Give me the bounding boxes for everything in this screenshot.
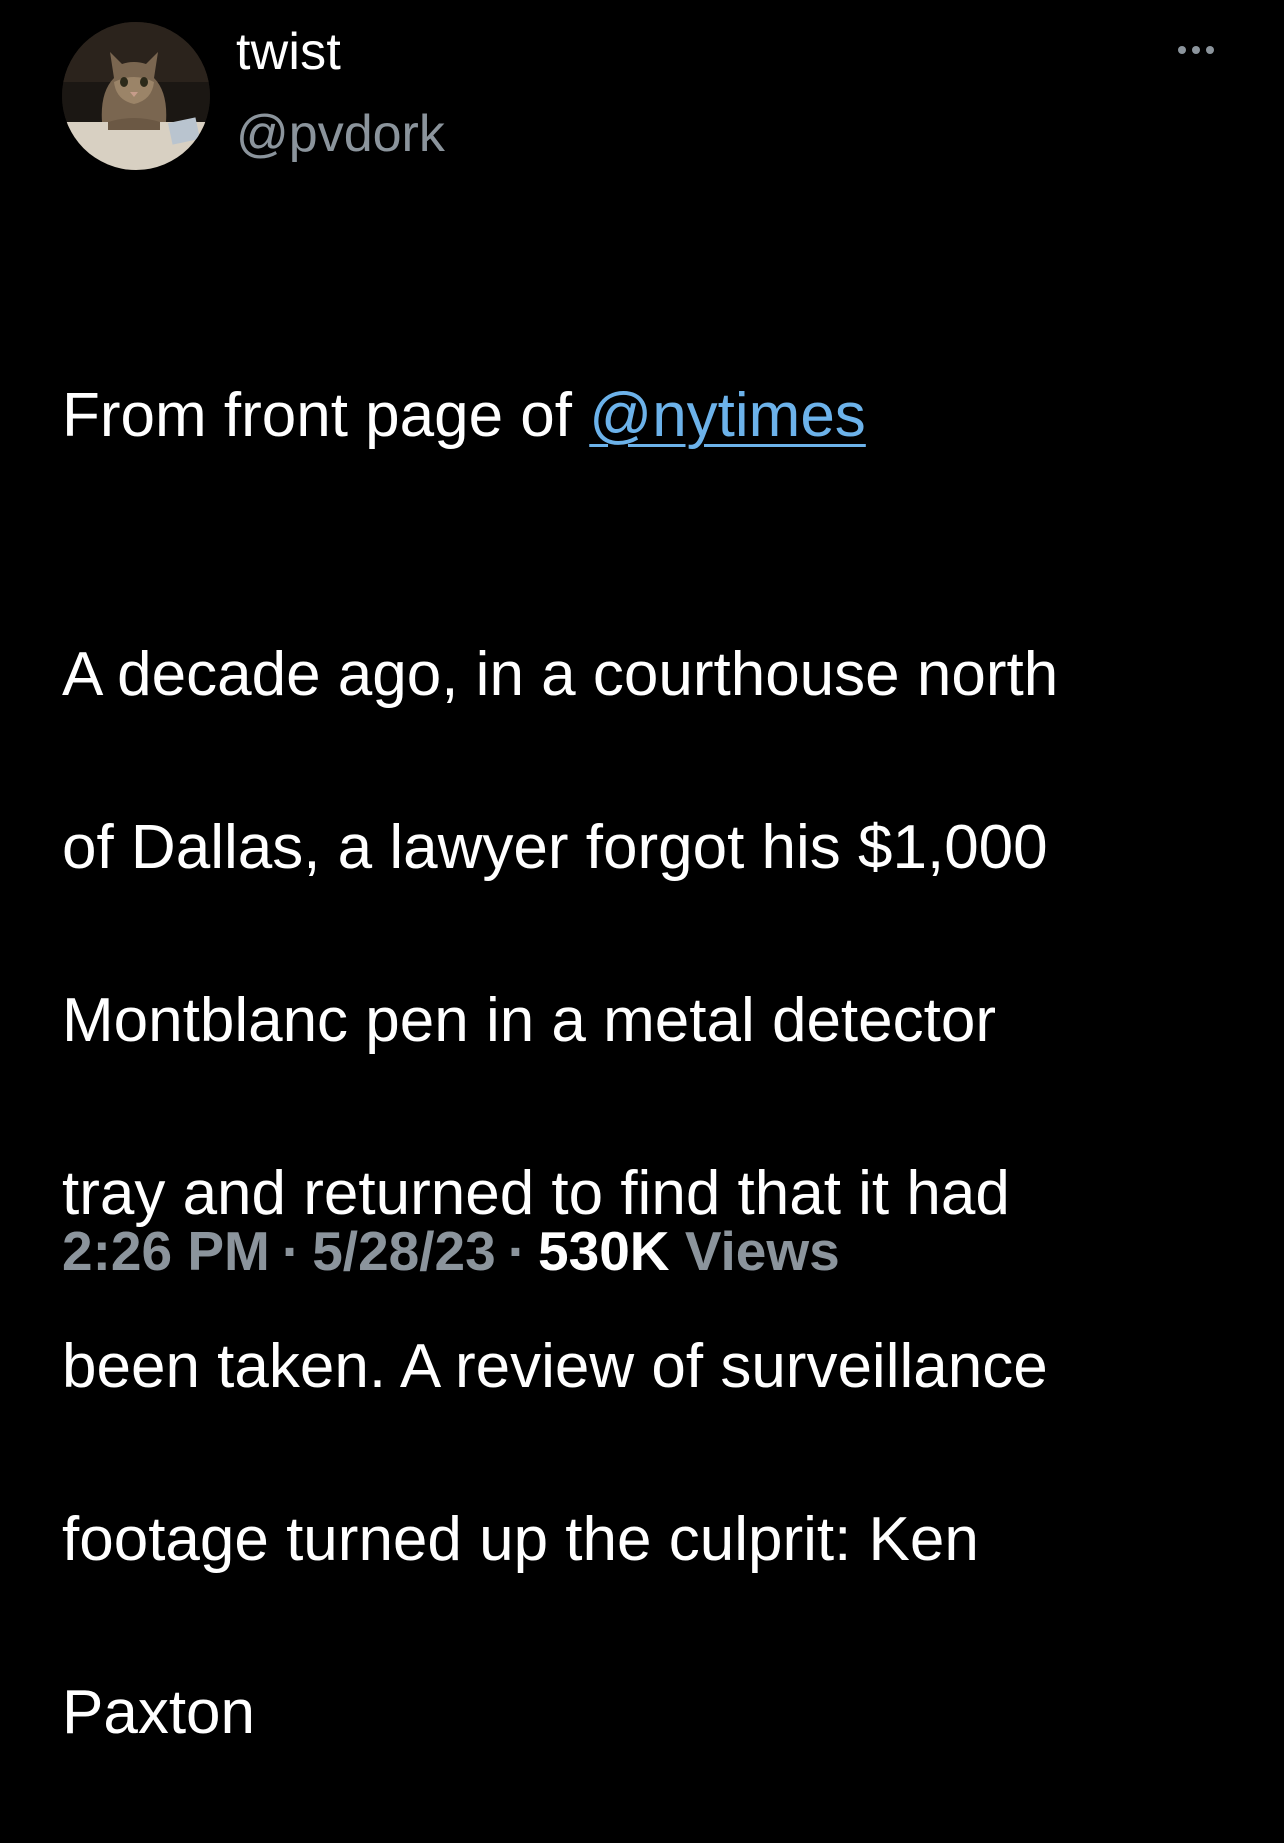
author-handle[interactable]: @pvdork: [236, 102, 445, 166]
tweet-body-line: A decade ago, in a courthouse north: [62, 640, 1059, 709]
tweet-intro-prefix: From front page of: [62, 380, 590, 450]
dot: [1206, 46, 1214, 54]
mention-link[interactable]: @nytimes: [589, 381, 866, 450]
tweet-body-line: Montblanc pen in a metal detector: [62, 986, 996, 1055]
dot: [1192, 46, 1200, 54]
tweet-body-line: footage turned up the culprit: Ken: [62, 1505, 979, 1574]
tweet-text: From front page of @nytimes A decade ago…: [62, 286, 1232, 1843]
tweet-date[interactable]: 5/28/23: [312, 1220, 496, 1282]
tweet-meta: 2:26 PM · 5/28/23 · 530K Views: [62, 1218, 840, 1284]
views-label[interactable]: Views: [685, 1220, 840, 1282]
tweet-body-line: Paxton: [62, 1678, 256, 1747]
dot: [1178, 46, 1186, 54]
meta-separator: ·: [507, 1220, 527, 1282]
tweet-body-line: been taken. A review of surveillance: [62, 1332, 1048, 1401]
tweet: twist @pvdork From front page of @nytime…: [0, 0, 1284, 1747]
author-display-name[interactable]: twist: [236, 20, 341, 84]
cat-avatar-icon[interactable]: [62, 22, 210, 170]
more-dots-icon[interactable]: [1168, 38, 1224, 62]
views-count[interactable]: 530K: [538, 1220, 669, 1282]
meta-separator: ·: [281, 1220, 301, 1282]
tweet-intro-line: From front page of @nytimes: [62, 373, 1232, 460]
tweet-body-line: of Dallas, a lawyer forgot his $1,000: [62, 813, 1048, 882]
tweet-time[interactable]: 2:26 PM: [62, 1220, 270, 1282]
